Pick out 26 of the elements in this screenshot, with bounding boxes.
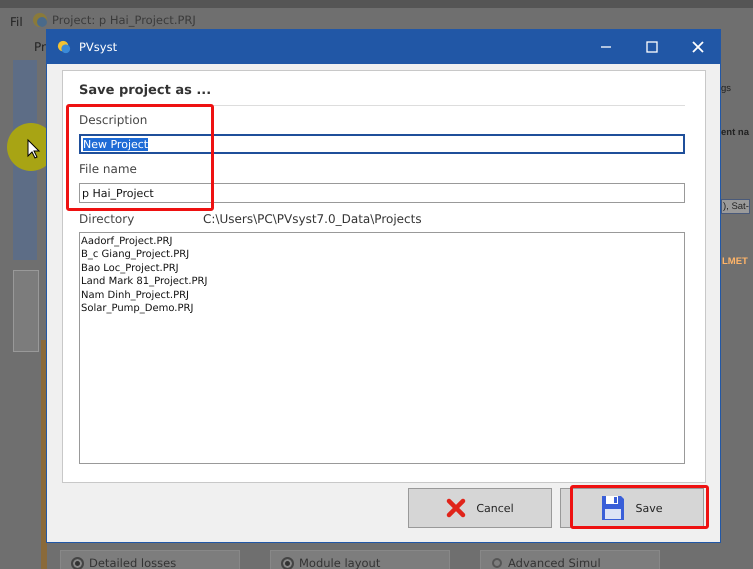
field-label: Directory — [79, 212, 136, 226]
label: ent na — [721, 127, 749, 138]
file-item[interactable]: Land Mark 81_Project.PRJ — [81, 275, 683, 289]
label: LMET — [722, 256, 748, 267]
cancel-button[interactable]: Cancel — [408, 488, 552, 528]
input-field[interactable]: p Hai_Project — [79, 183, 685, 203]
file-item[interactable]: Bao Loc_Project.PRJ — [81, 262, 683, 276]
app-logo-icon — [57, 40, 71, 54]
input-field[interactable]: ), Sat- — [721, 199, 750, 214]
directory-path: C:\Users\PC\PVsyst7.0_Data\Projects — [203, 212, 422, 226]
app-logo-icon — [32, 12, 48, 28]
maximize-icon — [646, 41, 658, 53]
side-button[interactable] — [13, 270, 39, 352]
file-item[interactable]: B_c Giang_Project.PRJ — [81, 248, 683, 262]
save-button[interactable]: Save — [560, 488, 704, 528]
field-label: Description — [79, 113, 148, 128]
file-item[interactable]: Solar_Pump_Demo.PRJ — [81, 302, 683, 316]
close-icon — [692, 41, 704, 53]
file-item[interactable]: Aadorf_Project.PRJ — [81, 235, 683, 248]
file-item[interactable]: Nam Dinh_Project.PRJ — [81, 288, 683, 302]
dialog-heading: Save project as ... — [79, 83, 212, 98]
label: gs — [721, 83, 732, 94]
input-field[interactable]: New Project — [79, 134, 685, 154]
close-icon — [446, 498, 466, 518]
field-label: File name — [79, 162, 138, 177]
window-title: PVsyst — [79, 40, 118, 54]
